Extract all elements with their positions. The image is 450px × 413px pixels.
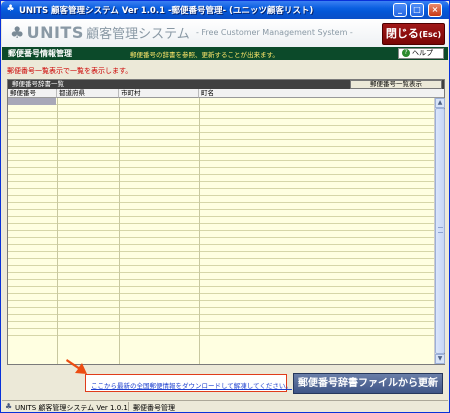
status-divider: [128, 402, 129, 411]
status-message: 郵便番号一覧表示で一覧を表示します。: [7, 67, 133, 75]
scroll-down-icon[interactable]: ▼: [435, 354, 445, 364]
arrow-pointer-icon: [66, 359, 87, 374]
empty-grid-row: [8, 140, 434, 147]
column-header-city[interactable]: 市町村: [119, 89, 199, 98]
app-logo: ♣ UNITS 顧客管理システム - Free Customer Managem…: [10, 23, 353, 42]
empty-grid-row: [8, 133, 434, 140]
empty-grid-row: [8, 238, 434, 245]
column-divider: [119, 98, 120, 364]
empty-grid-row: [8, 280, 434, 287]
empty-grid-row: [8, 189, 434, 196]
window-title: UNITS 顧客管理システム Ver 1.0.1 -郵便番号管理- (ユニッツ顧…: [19, 6, 314, 16]
status-bar: ♣ UNITS 顧客管理システム Ver 1.0.1 郵便番号管理: [2, 400, 448, 412]
empty-grid-row: [8, 98, 434, 105]
status-app-icon: ♣: [5, 402, 13, 411]
empty-grid-row: [8, 210, 434, 217]
scrollbar-thumb[interactable]: [435, 108, 445, 354]
empty-grid-row: [8, 259, 434, 266]
logo-english-text: - Free Customer Management System -: [195, 28, 353, 37]
update-from-dictionary-button[interactable]: 郵便番号辞書ファイルから更新: [293, 373, 443, 394]
empty-grid-row: [8, 322, 434, 329]
list-title: 郵便番号辞書一覧: [12, 80, 64, 88]
scroll-up-icon[interactable]: ▲: [435, 98, 445, 108]
empty-grid-row: [8, 245, 434, 252]
show-list-button[interactable]: 郵便番号一覧表示: [350, 80, 442, 89]
empty-grid-row: [8, 119, 434, 126]
logo-icon: ♣: [10, 23, 25, 42]
empty-grid-row: [8, 196, 434, 203]
empty-grid-row: [8, 287, 434, 294]
empty-grid-row: [8, 126, 434, 133]
empty-grid-row: [8, 273, 434, 280]
empty-grid-row: [8, 266, 434, 273]
column-header-postal-code[interactable]: 郵便番号: [8, 89, 57, 98]
help-button[interactable]: ? ヘルプ: [398, 48, 444, 59]
empty-grid-row: [8, 154, 434, 161]
app-window: ♣ UNITS 顧客管理システム Ver 1.0.1 -郵便番号管理- (ユニッ…: [0, 0, 450, 413]
selected-cell: [8, 98, 56, 105]
download-link[interactable]: ここから最新の全国郵便情報をダウンロードして解凍してください。: [91, 380, 292, 390]
empty-grid-row: [8, 294, 434, 301]
empty-grid-row: [8, 231, 434, 238]
empty-grid-row: [8, 301, 434, 308]
empty-grid-row: [8, 203, 434, 210]
empty-grid-row: [8, 224, 434, 231]
empty-grid-row: [8, 315, 434, 322]
empty-grid-row: [8, 329, 434, 336]
minimize-button[interactable]: _: [393, 3, 407, 17]
column-divider: [57, 98, 58, 364]
section-title: 郵便番号情報管理: [8, 49, 72, 58]
empty-grid-row: [8, 175, 434, 182]
vertical-scrollbar[interactable]: ▲ ▼: [434, 98, 445, 364]
postal-code-list-panel: 郵便番号辞書一覧 郵便番号一覧表示 郵便番号 都道府県 市町村 町名 ▲ ▼: [7, 79, 445, 365]
help-button-label: ヘルプ: [412, 49, 433, 57]
status-app-version: UNITS 顧客管理システム Ver 1.0.1: [15, 404, 128, 412]
empty-grid-row: [8, 252, 434, 259]
list-grid[interactable]: [8, 98, 434, 364]
list-header-bar: 郵便番号辞書一覧 郵便番号一覧表示: [8, 80, 444, 89]
logo-units-text: UNITS: [26, 23, 84, 42]
empty-grid-row: [8, 105, 434, 112]
app-icon: ♣: [6, 4, 15, 14]
column-header-prefecture[interactable]: 都道府県: [57, 89, 119, 98]
column-divider: [199, 98, 200, 364]
empty-grid-row: [8, 217, 434, 224]
empty-grid-row: [8, 112, 434, 119]
download-link-box: ここから最新の全国郵便情報をダウンロードして解凍してください。: [85, 374, 292, 392]
maximize-button[interactable]: □: [410, 3, 424, 17]
empty-grid-row: [8, 182, 434, 189]
scrollbar-grip: [438, 227, 443, 233]
close-button-label: 閉じる: [385, 27, 419, 40]
empty-grid-row: [8, 161, 434, 168]
section-header: 郵便番号情報管理 郵便番号の辞書を参照、更新することが出来ます。: [2, 47, 448, 60]
empty-grid-row: [8, 308, 434, 315]
empty-grid-row: [8, 168, 434, 175]
window-close-button[interactable]: ×: [428, 3, 442, 17]
empty-grid-row: [8, 147, 434, 154]
section-description: 郵便番号の辞書を参照、更新することが出来ます。: [130, 51, 279, 59]
close-button[interactable]: 閉じる(Esc): [382, 23, 445, 45]
close-button-shortcut: (Esc): [418, 30, 442, 39]
column-header-town[interactable]: 町名: [199, 89, 444, 98]
logo-japanese-text: 顧客管理システム: [86, 27, 190, 42]
title-bar[interactable]: ♣ UNITS 顧客管理システム Ver 1.0.1 -郵便番号管理- (ユニッ…: [1, 1, 449, 19]
status-screen-name: 郵便番号管理: [133, 404, 175, 412]
help-icon: ?: [402, 49, 410, 57]
